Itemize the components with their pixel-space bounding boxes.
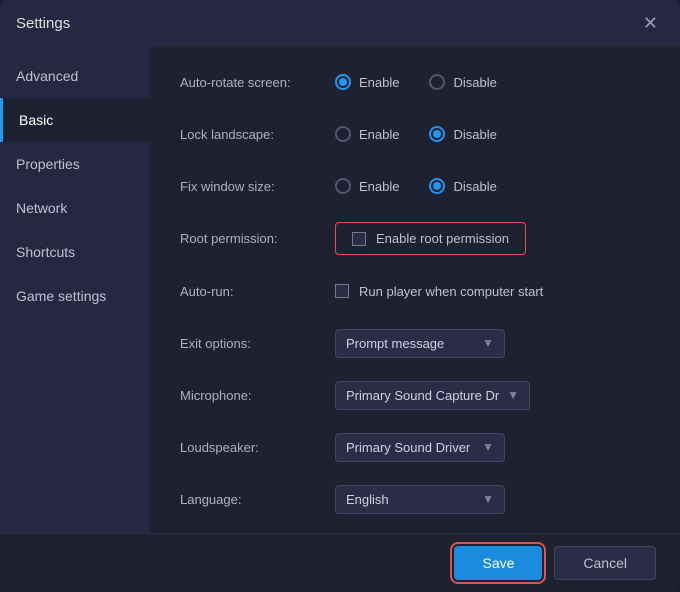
- title-bar: Settings ✕: [0, 0, 680, 46]
- close-button[interactable]: ✕: [637, 12, 664, 34]
- microphone-dropdown[interactable]: Primary Sound Capture Dr ▼: [335, 381, 530, 410]
- microphone-label: Microphone:: [180, 388, 335, 403]
- lock-landscape-disable-radio[interactable]: [429, 126, 445, 142]
- language-label: Language:: [180, 492, 335, 507]
- loudspeaker-dropdown[interactable]: Primary Sound Driver ▼: [335, 433, 505, 462]
- root-permission-label: Root permission:: [180, 231, 335, 246]
- lock-landscape-label: Lock landscape:: [180, 127, 335, 142]
- loudspeaker-row: Loudspeaker: Primary Sound Driver ▼: [180, 431, 650, 463]
- dialog-title: Settings: [16, 15, 70, 32]
- lock-landscape-row: Lock landscape: Enable Disable: [180, 118, 650, 150]
- exit-options-dropdown[interactable]: Prompt message ▼: [335, 329, 505, 358]
- auto-rotate-radio-group: Enable Disable: [335, 74, 497, 90]
- save-button[interactable]: Save: [454, 546, 542, 580]
- loudspeaker-label: Loudspeaker:: [180, 440, 335, 455]
- sidebar-item-properties[interactable]: Properties: [0, 142, 150, 186]
- auto-run-checkbox[interactable]: [335, 284, 349, 298]
- sidebar-item-game-settings[interactable]: Game settings: [0, 274, 150, 318]
- auto-run-checkbox-label: Run player when computer start: [359, 284, 543, 299]
- lock-landscape-enable-option[interactable]: Enable: [335, 126, 399, 142]
- footer: Save Cancel: [0, 533, 680, 592]
- auto-run-controls: Run player when computer start: [335, 284, 543, 299]
- auto-rotate-disable-option[interactable]: Disable: [429, 74, 496, 90]
- sidebar-item-shortcuts[interactable]: Shortcuts: [0, 230, 150, 274]
- chevron-down-icon: ▼: [482, 440, 494, 454]
- fix-window-enable-option[interactable]: Enable: [335, 178, 399, 194]
- auto-run-label: Auto-run:: [180, 284, 335, 299]
- chevron-down-icon: ▼: [507, 388, 519, 402]
- auto-rotate-enable-radio[interactable]: [335, 74, 351, 90]
- auto-run-row: Auto-run: Run player when computer start: [180, 275, 650, 307]
- cancel-button[interactable]: Cancel: [554, 546, 656, 580]
- exit-options-label: Exit options:: [180, 336, 335, 351]
- auto-rotate-disable-radio[interactable]: [429, 74, 445, 90]
- chevron-down-icon: ▼: [482, 336, 494, 350]
- fix-window-size-row: Fix window size: Enable Disable: [180, 170, 650, 202]
- settings-dialog: Settings ✕ Advanced Basic Properties Net…: [0, 0, 680, 592]
- exit-options-row: Exit options: Prompt message ▼: [180, 327, 650, 359]
- root-permission-checkbox[interactable]: [352, 232, 366, 246]
- content-area: Auto-rotate screen: Enable Disable Lock …: [150, 46, 680, 533]
- lock-landscape-enable-radio[interactable]: [335, 126, 351, 142]
- language-row: Language: English ▼: [180, 483, 650, 515]
- lock-landscape-disable-option[interactable]: Disable: [429, 126, 496, 142]
- main-content: Advanced Basic Properties Network Shortc…: [0, 46, 680, 533]
- sidebar-item-basic[interactable]: Basic: [0, 98, 150, 142]
- fix-window-enable-radio[interactable]: [335, 178, 351, 194]
- fix-window-size-label: Fix window size:: [180, 179, 335, 194]
- sidebar-item-network[interactable]: Network: [0, 186, 150, 230]
- auto-rotate-enable-option[interactable]: Enable: [335, 74, 399, 90]
- sidebar: Advanced Basic Properties Network Shortc…: [0, 46, 150, 533]
- fix-window-size-radio-group: Enable Disable: [335, 178, 497, 194]
- root-permission-row: Root permission: Enable root permission: [180, 222, 650, 255]
- auto-rotate-row: Auto-rotate screen: Enable Disable: [180, 66, 650, 98]
- chevron-down-icon: ▼: [482, 492, 494, 506]
- root-permission-box: Enable root permission: [335, 222, 526, 255]
- microphone-row: Microphone: Primary Sound Capture Dr ▼: [180, 379, 650, 411]
- auto-rotate-label: Auto-rotate screen:: [180, 75, 335, 90]
- fix-window-disable-radio[interactable]: [429, 178, 445, 194]
- sidebar-item-advanced[interactable]: Advanced: [0, 54, 150, 98]
- root-permission-checkbox-label: Enable root permission: [376, 231, 509, 246]
- fix-window-disable-option[interactable]: Disable: [429, 178, 496, 194]
- lock-landscape-radio-group: Enable Disable: [335, 126, 497, 142]
- language-dropdown[interactable]: English ▼: [335, 485, 505, 514]
